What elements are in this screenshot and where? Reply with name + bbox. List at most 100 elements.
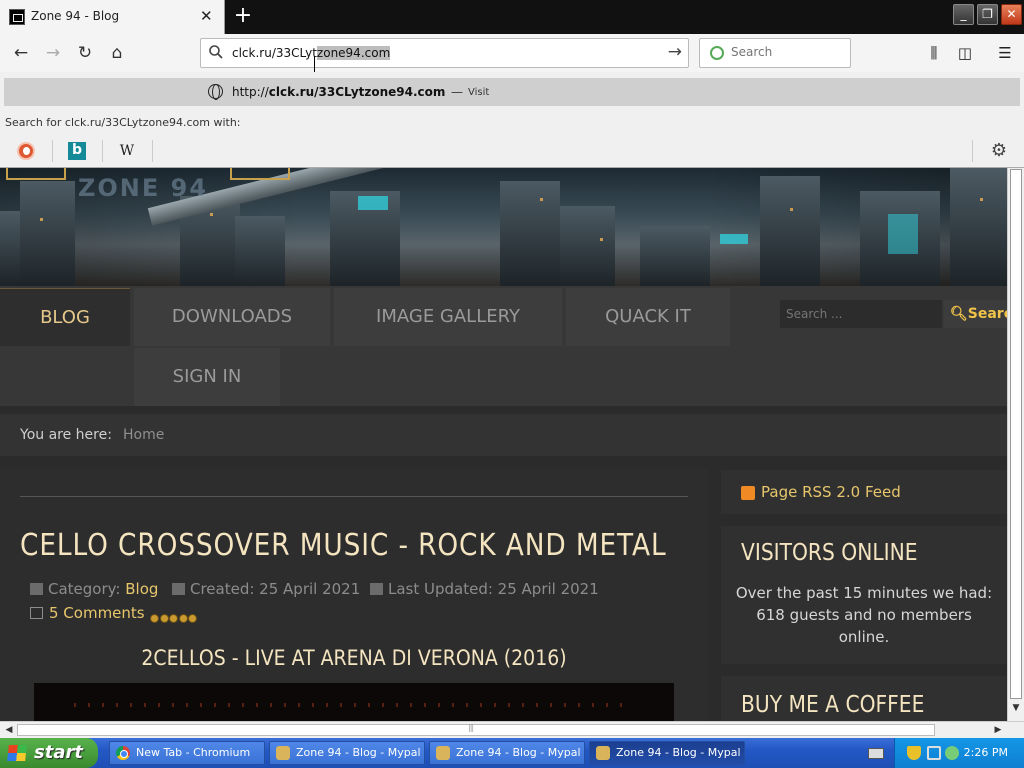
article-title: CELLO CROSSOVER MUSIC - ROCK AND METAL xyxy=(20,528,667,563)
rss-feed-link[interactable]: Page RSS 2.0 Feed xyxy=(761,483,901,501)
sidebar-icon[interactable]: ◫ xyxy=(956,44,974,62)
url-selected-text: zone94.com xyxy=(316,46,391,60)
system-tray: 2:26 PM xyxy=(894,738,1024,768)
visit-url-text: http://clck.ru/33CLytzone94.com xyxy=(232,85,445,99)
globe-icon xyxy=(208,84,223,100)
embedded-video[interactable] xyxy=(34,683,674,721)
vertical-scrollbar[interactable]: ▼ xyxy=(1007,168,1024,721)
start-button[interactable]: start xyxy=(0,738,98,768)
breadcrumb-home-link[interactable]: Home xyxy=(123,427,164,443)
menu-item-sign-in[interactable]: SIGN IN xyxy=(134,348,280,406)
horizontal-scrollbar[interactable]: ◀ ▶ xyxy=(0,721,1024,738)
visit-label: Visit xyxy=(468,87,490,98)
engine-divider xyxy=(102,140,103,162)
go-arrow-icon[interactable]: → xyxy=(668,42,682,62)
updated-date: Last Updated: 25 April 2021 xyxy=(388,580,599,598)
article-created: Created: 25 April 2021 xyxy=(172,580,360,598)
horizontal-scroll-thumb[interactable] xyxy=(17,723,935,736)
video-heading: 2CELLOS - LIVE AT ARENA DI VERONA (2016) xyxy=(141,646,567,670)
created-date: Created: 25 April 2021 xyxy=(190,580,361,598)
taskbar-item-chromium[interactable]: New Tab - Chromium xyxy=(109,741,265,765)
web-search-input[interactable] xyxy=(731,45,841,59)
star-icon[interactable] xyxy=(178,614,188,623)
scroll-right-arrow-icon[interactable]: ▶ xyxy=(991,724,1005,737)
web-search-box[interactable] xyxy=(699,38,851,68)
library-icon[interactable]: ⫼ xyxy=(925,44,943,62)
star-icon[interactable] xyxy=(159,614,169,623)
close-tab-icon[interactable]: ✕ xyxy=(200,7,213,25)
wikipedia-icon[interactable]: W xyxy=(118,142,136,160)
menu-item-quack-it[interactable]: QUACK IT xyxy=(566,288,730,346)
search-icon xyxy=(209,45,223,59)
comments-count: 5 Comments xyxy=(49,604,145,622)
duckduckgo-icon[interactable] xyxy=(17,142,35,160)
reload-icon[interactable]: ↻ xyxy=(74,42,96,64)
clock: 2:26 PM xyxy=(963,746,1008,759)
chromium-icon xyxy=(116,746,130,760)
category-label: Category: xyxy=(48,580,121,598)
taskbar-item-mypal[interactable]: Zone 94 - Blog - Mypal xyxy=(269,741,425,765)
visitors-text: Over the past 15 minutes we had: 618 gue… xyxy=(735,584,993,646)
site-search-input[interactable] xyxy=(780,300,942,328)
taskbar-item-mypal[interactable]: Zone 94 - Blog - Mypal xyxy=(429,741,585,765)
engine-divider xyxy=(972,140,973,162)
window-close-button[interactable]: ✕ xyxy=(1001,4,1022,25)
visit-dash: — xyxy=(451,85,463,99)
volume-icon[interactable] xyxy=(945,746,959,760)
search-icon: 🔍︎ xyxy=(950,306,968,322)
site-search-button[interactable]: 🔍︎Search xyxy=(944,300,1007,328)
home-icon[interactable]: ⌂ xyxy=(106,42,128,64)
engine-divider xyxy=(152,140,153,162)
url-suggestions-popup: http://clck.ru/33CLytzone94.com — Visit … xyxy=(0,72,1024,168)
calendar-icon xyxy=(370,583,383,595)
task-label: Zone 94 - Blog - Mypal xyxy=(456,746,581,759)
article: CELLO CROSSOVER MUSIC - ROCK AND METAL C… xyxy=(0,468,708,721)
article-category: Category: Blog xyxy=(30,580,158,598)
calendar-icon xyxy=(172,583,185,595)
divider xyxy=(20,496,688,497)
logo-frame-right xyxy=(230,168,290,180)
rating-stars xyxy=(150,608,198,623)
article-updated: Last Updated: 25 April 2021 xyxy=(370,580,599,598)
star-icon[interactable] xyxy=(188,614,197,623)
restore-button[interactable]: ❐ xyxy=(977,4,998,25)
text-cursor-icon xyxy=(314,56,316,72)
visit-url-host: clck.ru/33CLytzone94.com xyxy=(268,85,446,99)
visit-url-suggestion[interactable]: http://clck.ru/33CLytzone94.com — Visit xyxy=(4,78,1020,106)
buy-me-a-coffee-module: BUY ME A COFFEE xyxy=(721,676,1007,721)
rss-icon xyxy=(741,486,755,500)
tab-bar: Zone 94 - Blog ✕ + _ ❐ ✕ xyxy=(0,0,1024,34)
category-link[interactable]: Blog xyxy=(125,580,158,598)
logo-frame-left xyxy=(6,168,66,180)
search-for-text: Search for clck.ru/33CLytzone94.com with… xyxy=(5,116,241,129)
windows-logo-icon xyxy=(7,745,27,761)
network-icon[interactable] xyxy=(927,746,941,760)
minimize-button[interactable]: _ xyxy=(953,4,974,25)
hamburger-menu-icon[interactable]: ☰ xyxy=(996,44,1014,62)
back-arrow-icon[interactable]: ← xyxy=(10,42,32,64)
gear-icon[interactable]: ⚙ xyxy=(988,140,1010,162)
comment-icon xyxy=(30,607,43,619)
bing-icon[interactable] xyxy=(68,142,86,160)
site-favicon-icon xyxy=(9,9,25,25)
url-unselected-text: clck.ru/33CLyt xyxy=(232,46,317,60)
star-icon[interactable] xyxy=(150,614,159,623)
task-label: Zone 94 - Blog - Mypal xyxy=(296,746,421,759)
breadcrumb: You are here: Home xyxy=(0,414,1007,456)
menu-item-blog[interactable]: BLOG xyxy=(0,288,130,346)
security-shield-icon[interactable] xyxy=(907,746,921,760)
forward-arrow-icon[interactable]: → xyxy=(42,42,64,64)
menu-item-downloads[interactable]: DOWNLOADS xyxy=(134,288,330,346)
scroll-left-arrow-icon[interactable]: ◀ xyxy=(2,724,16,737)
address-bar[interactable]: clck.ru/33CLytzone94.com → xyxy=(200,38,689,68)
scroll-down-arrow-icon[interactable]: ▼ xyxy=(1010,703,1022,717)
taskbar-item-mypal-active[interactable]: Zone 94 - Blog - Mypal xyxy=(589,741,745,765)
tab-zone94-blog[interactable]: Zone 94 - Blog ✕ xyxy=(0,0,225,34)
folder-icon xyxy=(30,583,43,595)
comments-link[interactable]: 5 Comments xyxy=(30,604,145,622)
star-icon[interactable] xyxy=(169,614,178,623)
vertical-scroll-thumb[interactable] xyxy=(1010,169,1022,699)
new-tab-button[interactable]: + xyxy=(231,3,255,29)
menu-item-image-gallery[interactable]: IMAGE GALLERY xyxy=(334,288,562,346)
keyboard-icon[interactable] xyxy=(868,748,884,759)
